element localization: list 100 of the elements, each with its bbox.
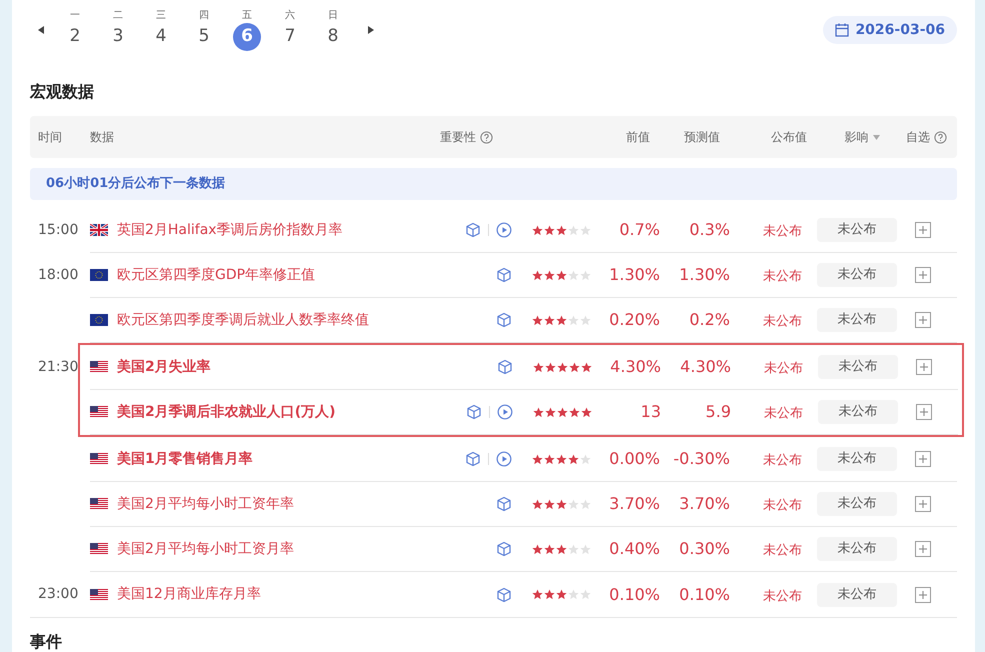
- add-button[interactable]: [915, 312, 931, 328]
- impact-tag: 未公布: [818, 400, 898, 424]
- impact-tag: 未公布: [817, 447, 897, 471]
- event-name[interactable]: 美国2月平均每小时工资年率: [117, 494, 294, 514]
- forecast-value: 0.2%: [689, 310, 730, 329]
- star-icon: [545, 406, 556, 418]
- event-name[interactable]: 美国12月商业库存月率: [117, 584, 261, 605]
- cube-icon[interactable]: [496, 267, 512, 283]
- day-tab[interactable]: 四 5: [189, 9, 219, 51]
- column-header: 公布值: [771, 129, 807, 146]
- flag-icon: [90, 543, 108, 555]
- impact-tag: 未公布: [817, 308, 897, 332]
- forecast-value: 5.9: [706, 402, 731, 421]
- star-icon: [532, 498, 543, 510]
- star-icon: [580, 270, 591, 280]
- cube-icon[interactable]: [496, 496, 512, 512]
- cube-icon[interactable]: [496, 312, 512, 328]
- star-icon: [532, 224, 543, 236]
- add-button[interactable]: [915, 451, 931, 467]
- play-icon[interactable]: [497, 404, 513, 420]
- impact-tag: 未公布: [818, 355, 898, 379]
- event-name[interactable]: 美国1月零售销售月率: [117, 448, 253, 470]
- event-name[interactable]: 欧元区第四季度GDP年率修正值: [117, 264, 316, 286]
- add-button[interactable]: [915, 541, 931, 557]
- star-icon: [581, 406, 592, 418]
- star-icon: [581, 362, 592, 372]
- star-icon: [544, 454, 555, 464]
- sort-caret-icon[interactable]: [872, 134, 880, 140]
- flag-icon: [90, 406, 108, 418]
- star-icon: [568, 224, 579, 236]
- column-header: 预测值: [684, 129, 720, 146]
- add-button[interactable]: [916, 404, 932, 420]
- help-icon[interactable]: [934, 130, 947, 144]
- day-tab[interactable]: 一 2: [60, 9, 90, 51]
- star-icon: [532, 314, 543, 326]
- star-icon: [532, 589, 543, 600]
- event-name[interactable]: 美国2月平均每小时工资月率: [117, 538, 294, 560]
- event-name[interactable]: 欧元区第四季度季调后就业人数季率终值: [117, 310, 369, 330]
- play-icon[interactable]: [496, 451, 512, 467]
- calendar-icon: [835, 23, 850, 37]
- cube-icon[interactable]: [465, 451, 481, 467]
- actual-value: 未公布: [763, 224, 802, 239]
- star-icon: [569, 406, 580, 418]
- forecast-value: 3.70%: [679, 494, 730, 513]
- date-picker-button[interactable]: 2026-03-06: [823, 16, 957, 44]
- previous-value: 0.00%: [609, 449, 660, 468]
- star-icon: [580, 224, 591, 236]
- actual-value: 未公布: [763, 269, 802, 284]
- add-button[interactable]: [915, 496, 931, 512]
- flag-icon: [90, 498, 108, 510]
- previous-value: 13: [640, 402, 661, 421]
- plus-icon: [918, 544, 928, 554]
- actual-value: 未公布: [764, 406, 803, 421]
- star-icon: [544, 589, 555, 600]
- star-icon: [556, 314, 567, 326]
- actual-value: 未公布: [763, 588, 802, 604]
- star-icon: [580, 454, 591, 464]
- add-button[interactable]: [915, 267, 931, 283]
- flag-icon: [90, 361, 108, 373]
- cube-icon[interactable]: [496, 586, 512, 602]
- previous-week-arrow[interactable]: [38, 26, 44, 34]
- forecast-value: 4.30%: [680, 357, 731, 376]
- previous-value: 0.40%: [609, 539, 660, 558]
- day-tab[interactable]: 三 4: [146, 9, 176, 51]
- event-name[interactable]: 美国2月季调后非农就业人口(万人): [117, 402, 336, 422]
- time-text: 15:00: [38, 221, 78, 240]
- event-name[interactable]: 美国2月失业率: [117, 356, 211, 378]
- add-button[interactable]: [915, 586, 931, 602]
- help-icon[interactable]: [480, 130, 493, 144]
- star-icon: [568, 454, 579, 464]
- star-icon: [568, 270, 579, 280]
- star-icon: [580, 314, 591, 326]
- add-button[interactable]: [916, 359, 932, 375]
- star-icon: [556, 270, 567, 280]
- column-header: 前值: [626, 129, 650, 146]
- star-icon: [556, 224, 567, 236]
- cube-icon[interactable]: [497, 359, 513, 375]
- star-icon: [544, 224, 555, 236]
- impact-tag: 未公布: [817, 537, 897, 561]
- cube-icon[interactable]: [466, 404, 482, 420]
- section-title: 宏观数据: [30, 81, 95, 103]
- section-title: 事件: [30, 631, 63, 652]
- star-icon: [544, 498, 555, 510]
- forecast-value: 0.3%: [689, 220, 730, 239]
- impact-tag: 未公布: [817, 492, 897, 516]
- day-tab[interactable]: 日 8: [318, 9, 348, 51]
- previous-value: 0.20%: [609, 310, 660, 329]
- day-tab[interactable]: 二 3: [103, 9, 133, 51]
- cube-icon[interactable]: [465, 222, 481, 238]
- day-tab[interactable]: 六 7: [275, 9, 305, 51]
- event-name[interactable]: 英国2月Halifax季调后房价指数月率: [117, 220, 343, 240]
- add-button[interactable]: [915, 222, 931, 238]
- previous-value: 4.30%: [610, 357, 661, 376]
- star-icon: [556, 544, 567, 554]
- next-release-notice: 06小时01分后公布下一条数据: [30, 168, 957, 200]
- play-icon[interactable]: [496, 222, 512, 238]
- star-icon: [568, 498, 579, 510]
- next-week-arrow[interactable]: [368, 26, 374, 34]
- plus-icon: [918, 270, 928, 280]
- cube-icon[interactable]: [496, 541, 512, 557]
